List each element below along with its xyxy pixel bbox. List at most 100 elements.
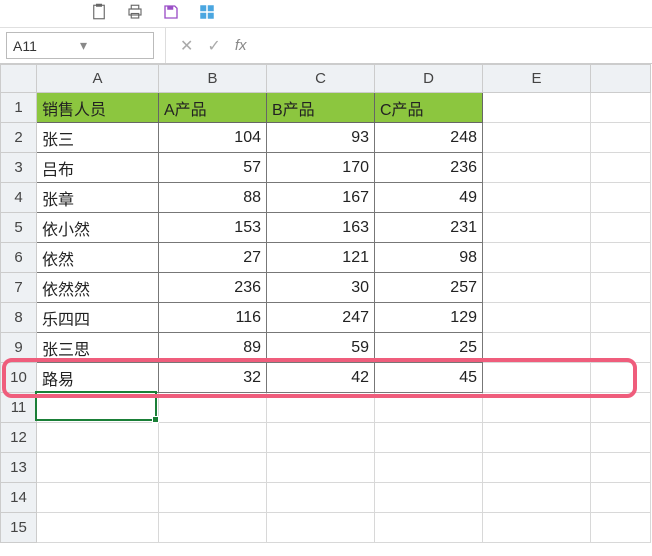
- row-header-7[interactable]: 7: [1, 273, 37, 303]
- select-all-corner[interactable]: [1, 65, 37, 93]
- cell[interactable]: [483, 513, 591, 543]
- cell[interactable]: [483, 363, 591, 393]
- cell[interactable]: [591, 243, 651, 273]
- cell[interactable]: [483, 273, 591, 303]
- name-box[interactable]: A11 ▾: [6, 32, 154, 59]
- cell[interactable]: [483, 213, 591, 243]
- cell[interactable]: 248: [375, 123, 483, 153]
- cell[interactable]: [483, 183, 591, 213]
- row-header-11[interactable]: 11: [1, 393, 37, 423]
- column-header-A[interactable]: A: [37, 65, 159, 93]
- paste-icon[interactable]: [90, 3, 108, 25]
- cell[interactable]: [375, 453, 483, 483]
- cell[interactable]: 30: [267, 273, 375, 303]
- cell[interactable]: 236: [159, 273, 267, 303]
- cell[interactable]: 247: [267, 303, 375, 333]
- cell[interactable]: [159, 483, 267, 513]
- cell[interactable]: A产品: [159, 93, 267, 123]
- column-header-B[interactable]: B: [159, 65, 267, 93]
- chevron-down-icon[interactable]: ▾: [80, 37, 147, 54]
- cell[interactable]: 167: [267, 183, 375, 213]
- cell[interactable]: [267, 453, 375, 483]
- cell[interactable]: [591, 333, 651, 363]
- cell[interactable]: [591, 393, 651, 423]
- column-header-C[interactable]: C: [267, 65, 375, 93]
- cell[interactable]: 乐四四: [37, 303, 159, 333]
- cell[interactable]: 104: [159, 123, 267, 153]
- cell[interactable]: 236: [375, 153, 483, 183]
- cell[interactable]: 25: [375, 333, 483, 363]
- row-header-5[interactable]: 5: [1, 213, 37, 243]
- cell[interactable]: [483, 453, 591, 483]
- print-icon[interactable]: [126, 3, 144, 25]
- layout-icon[interactable]: [198, 3, 216, 25]
- cell[interactable]: 170: [267, 153, 375, 183]
- cell[interactable]: 153: [159, 213, 267, 243]
- cell[interactable]: [591, 363, 651, 393]
- cell[interactable]: [591, 453, 651, 483]
- cell[interactable]: [375, 393, 483, 423]
- cell[interactable]: [159, 453, 267, 483]
- cell[interactable]: [591, 183, 651, 213]
- cell[interactable]: 32: [159, 363, 267, 393]
- row-header-6[interactable]: 6: [1, 243, 37, 273]
- cell[interactable]: 98: [375, 243, 483, 273]
- cell[interactable]: 163: [267, 213, 375, 243]
- cell[interactable]: [483, 93, 591, 123]
- cell[interactable]: [591, 483, 651, 513]
- cell[interactable]: 116: [159, 303, 267, 333]
- cell[interactable]: 45: [375, 363, 483, 393]
- cell[interactable]: [267, 483, 375, 513]
- save-icon[interactable]: [162, 3, 180, 25]
- cell[interactable]: [267, 393, 375, 423]
- cell[interactable]: 吕布: [37, 153, 159, 183]
- accept-icon[interactable]: ✓: [207, 36, 220, 56]
- cell[interactable]: 销售人员: [37, 93, 159, 123]
- cell[interactable]: 88: [159, 183, 267, 213]
- cell[interactable]: 依然: [37, 243, 159, 273]
- cell[interactable]: [375, 423, 483, 453]
- cell[interactable]: B产品: [267, 93, 375, 123]
- row-header-10[interactable]: 10: [1, 363, 37, 393]
- cell[interactable]: [483, 393, 591, 423]
- cell[interactable]: 张章: [37, 183, 159, 213]
- cell[interactable]: [375, 513, 483, 543]
- cell[interactable]: [483, 333, 591, 363]
- row-header-8[interactable]: 8: [1, 303, 37, 333]
- row-header-2[interactable]: 2: [1, 123, 37, 153]
- cell[interactable]: 49: [375, 183, 483, 213]
- cell[interactable]: [483, 153, 591, 183]
- spreadsheet-grid[interactable]: ABCDE 1销售人员A产品B产品C产品2张三104932483吕布571702…: [0, 64, 652, 543]
- row-header-15[interactable]: 15: [1, 513, 37, 543]
- cell[interactable]: [483, 123, 591, 153]
- cell[interactable]: 张三思: [37, 333, 159, 363]
- cell[interactable]: [591, 273, 651, 303]
- cell[interactable]: C产品: [375, 93, 483, 123]
- column-header-E[interactable]: E: [483, 65, 591, 93]
- cell[interactable]: 依然然: [37, 273, 159, 303]
- cell[interactable]: 依小然: [37, 213, 159, 243]
- formula-input[interactable]: [256, 28, 652, 63]
- row-header-14[interactable]: 14: [1, 483, 37, 513]
- cell[interactable]: [159, 393, 267, 423]
- cell[interactable]: [267, 513, 375, 543]
- row-header-13[interactable]: 13: [1, 453, 37, 483]
- cell[interactable]: [591, 93, 651, 123]
- cell[interactable]: [37, 393, 159, 423]
- column-header-overflow[interactable]: [591, 65, 651, 93]
- cell[interactable]: 121: [267, 243, 375, 273]
- cell[interactable]: [591, 153, 651, 183]
- cell[interactable]: [37, 513, 159, 543]
- cell[interactable]: [591, 423, 651, 453]
- row-header-4[interactable]: 4: [1, 183, 37, 213]
- cell[interactable]: [375, 483, 483, 513]
- cell[interactable]: [483, 303, 591, 333]
- cell[interactable]: [483, 243, 591, 273]
- cell[interactable]: 57: [159, 153, 267, 183]
- cell[interactable]: 231: [375, 213, 483, 243]
- cell[interactable]: [591, 123, 651, 153]
- cell[interactable]: 59: [267, 333, 375, 363]
- column-header-D[interactable]: D: [375, 65, 483, 93]
- row-header-12[interactable]: 12: [1, 423, 37, 453]
- cell[interactable]: [591, 213, 651, 243]
